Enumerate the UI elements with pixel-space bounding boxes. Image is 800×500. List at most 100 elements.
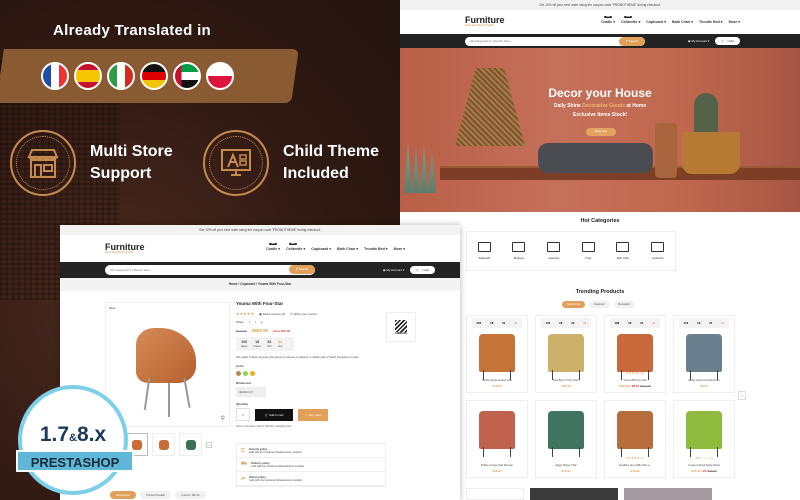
carousel-next-button[interactable]: › <box>738 391 746 400</box>
twitter-icon[interactable]: t <box>255 320 256 324</box>
dimension-select[interactable]: 40x60cm ▾ <box>236 387 266 397</box>
search-button[interactable]: ⚲ Search <box>619 36 645 46</box>
thumbnail[interactable] <box>179 433 202 456</box>
trending-tab[interactable]: Bestseller <box>613 301 635 308</box>
hot-category-item[interactable]: Cupboard <box>651 242 665 260</box>
logo[interactable]: Furniture Decorative Bed & Cradle <box>105 242 145 255</box>
product-image <box>548 411 584 457</box>
discount: -$8.00 <box>630 384 640 388</box>
hot-category-item[interactable]: Chair <box>581 242 595 260</box>
product-image <box>479 411 515 457</box>
thumb-next-button[interactable]: › <box>206 441 212 448</box>
thumbnail[interactable] <box>152 433 175 456</box>
countdown-days: 100 days <box>241 340 247 348</box>
price: $37.99 <box>561 384 571 388</box>
product-name[interactable]: Bindler Single Leather Sofa <box>467 379 527 382</box>
color-swatch[interactable] <box>243 371 248 376</box>
cart-button[interactable]: 🛒 0 Cart <box>715 37 740 45</box>
nav-item-cellarette[interactable]: New Cellarette ▾ <box>621 16 640 24</box>
nav-item-trundle-bed[interactable]: Trundle Bed ▾ <box>364 247 388 251</box>
nav-item-more[interactable]: More ▾ <box>729 20 740 24</box>
hot-category-item[interactable]: Sideboard <box>477 242 491 260</box>
product-card[interactable]: ★★☆☆☆ (1) Creeke Cushied Swing Chairs $76.… <box>673 400 735 478</box>
nav-item-cupboard[interactable]: Cupboard ▾ <box>311 247 331 251</box>
write-review-link[interactable]: ✎ Write your review <box>290 312 316 316</box>
nav-label: Cellarette ▾ <box>286 246 306 251</box>
tab-product-details[interactable]: Product Details <box>140 491 171 499</box>
nav-item-more[interactable]: More ▾ <box>394 247 405 251</box>
product-name[interactable]: Goodbine Linen Milk Chair w... <box>605 464 665 467</box>
product-card[interactable]: Bobble Lounge Chair Bouncer $18.92 <box>466 400 528 478</box>
hot-category-item[interactable]: Bergeres <box>512 242 526 260</box>
rating-stars: ★★★★★ <box>236 311 254 316</box>
color-swatch[interactable] <box>236 371 241 376</box>
countdown-label: sec <box>277 344 283 348</box>
facebook-icon[interactable]: f <box>249 320 250 324</box>
nav-item-bath-chair[interactable]: Bath Chair ▾ <box>337 247 358 251</box>
chair-leg <box>168 383 170 417</box>
nav-item-bath-chair[interactable]: Bath Chair ▾ <box>672 20 693 24</box>
product-card[interactable]: ★★★★★ (1) Goodbine Linen Milk Chair w... $… <box>604 400 666 478</box>
category-icon <box>581 242 595 252</box>
product-price: $19.80 <box>605 469 665 473</box>
shop-now-button[interactable]: Shop Now <box>586 128 616 136</box>
search-input[interactable]: All Categories ▾ | Search here... ⚲ Sear… <box>105 265 315 275</box>
breadcrumb[interactable]: Home / Cupboard / Youma With Four-Star <box>60 278 460 291</box>
hot-category-item[interactable]: Bath Chair <box>616 242 630 260</box>
hero-sub-highlight: Decorative Goods <box>582 103 625 109</box>
logo[interactable]: Furniture Decorative Bed & Cradle <box>465 16 505 28</box>
countdown-sec: 34 sec <box>278 340 283 348</box>
nav-item-cellarette[interactable]: New Cellarette ▾ <box>286 242 306 251</box>
my-account-button[interactable]: ◉ My Account ▾ <box>688 39 709 43</box>
color-swatches <box>236 371 396 376</box>
product-card[interactable]: 108 18 21 21 ★★★★★ (4) Youma With Four-Star $4… <box>604 315 666 393</box>
product-name[interactable]: Jagger Slipper Chair <box>536 464 596 467</box>
nav-item-cupboard[interactable]: Cupboard ▾ <box>646 20 666 24</box>
nav-item-cradle[interactable]: Sale Cradle ▾ <box>266 242 280 251</box>
countdown-value: 21 <box>721 321 725 325</box>
brand-logo[interactable]: COMPANY <box>386 312 416 342</box>
my-account-button[interactable]: ◉ My Account ▾ <box>383 268 404 272</box>
brand-name: COMPANY <box>394 331 408 335</box>
tab-custom[interactable]: Custom Tab #1 <box>174 491 206 499</box>
category-select[interactable]: All Categories <box>110 268 129 272</box>
add-to-cart-button[interactable]: 🛒 Add to cart <box>255 408 293 421</box>
product-name[interactable]: Weber Velvet Armchair Ander <box>674 379 734 382</box>
hot-category-item[interactable]: Cellarette <box>547 242 561 260</box>
main-nav: Sale Cradle ▾ New Cellarette ▾ Cupboard ▾ … <box>601 16 740 24</box>
pinterest-icon[interactable]: p <box>261 320 263 324</box>
zoom-icon[interactable]: ⚲ <box>221 415 225 422</box>
read-reviews-link[interactable]: ▣ Read reviews (4) <box>259 312 285 316</box>
product-name[interactable]: Bobble Lounge Chair Bouncer <box>467 464 527 467</box>
vase-image <box>655 123 677 178</box>
search-input[interactable]: All Categories ▾ | Search here... ⚲ Sear… <box>465 36 645 46</box>
trending-tab[interactable]: Featured <box>589 301 610 308</box>
product-name[interactable]: Youma With Four-Star <box>605 379 665 382</box>
trending-tab[interactable]: New Arrival <box>562 301 586 308</box>
current-price: $883.90 <box>251 328 269 333</box>
product-main-image[interactable]: New ⚲ <box>105 302 230 427</box>
product-card[interactable]: 204 18 21 21 Bindler Single Leather Sofa $18.… <box>466 315 528 393</box>
buy-now-label: Buy Now <box>309 412 322 417</box>
category-select[interactable]: All Categories <box>470 39 489 43</box>
language-flags <box>41 62 234 90</box>
cart-button[interactable]: 🛒 0 Cart <box>410 266 435 274</box>
tab-description[interactable]: Description <box>110 491 136 499</box>
product-card[interactable]: 145 18 23 21 Bora Boys Trondy Chair $37.99 <box>535 315 597 393</box>
price: $18.00 <box>492 384 502 388</box>
color-swatch[interactable] <box>250 371 255 376</box>
promo-bar: Get 10% off your next order using the co… <box>60 225 460 235</box>
buy-now-button[interactable]: ⚡ Buy Now <box>298 408 328 421</box>
product-card[interactable]: Jagger Slipper Chair $12.99 <box>535 400 597 478</box>
nav-tag: New <box>624 16 633 18</box>
product-links[interactable]: Add to Compare | Add to Wishlist | Weigh… <box>236 425 396 428</box>
quantity-stepper[interactable]: 1 <box>236 408 250 421</box>
nav-item-cradle[interactable]: Sale Cradle ▾ <box>601 16 615 24</box>
nav-item-trundle-bed[interactable]: Trundle Bed ▾ <box>699 20 723 24</box>
search-button[interactable]: ⚲ Search <box>289 265 315 274</box>
policy-return: ⇄ Return policy (edit with the Customer Re… <box>237 472 385 486</box>
product-card[interactable]: 179 18 21 21 Weber Velvet Armchair Ander $9.2… <box>673 315 735 393</box>
product-name[interactable]: Bora Boys Trondy Chair <box>536 379 596 382</box>
product-name[interactable]: Creeke Cushied Swing Chairs <box>674 464 734 467</box>
pot-image <box>682 132 740 174</box>
